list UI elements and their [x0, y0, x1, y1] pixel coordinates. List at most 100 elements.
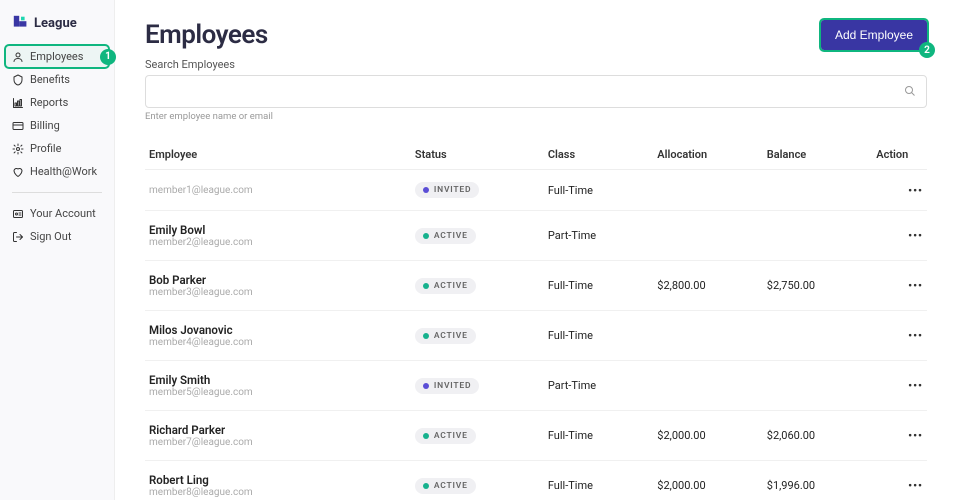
- sidebar-item-reports[interactable]: Reports: [6, 92, 108, 113]
- sidebar-item-badge: 1: [100, 49, 116, 65]
- col-class: Class: [544, 140, 653, 170]
- table-row[interactable]: Emily Smith member5@league.com INVITED P…: [145, 361, 927, 411]
- status-pill: ACTIVE: [415, 228, 476, 244]
- sidebar-item-label: Profile: [30, 142, 61, 155]
- sidebar-item-label: Employees: [30, 50, 83, 63]
- search-input[interactable]: [156, 85, 904, 99]
- page-header: Employees Add Employee 2: [145, 20, 927, 50]
- employee-balance: [763, 361, 872, 411]
- sidebar-item-label: Reports: [30, 96, 68, 109]
- logo-icon: [12, 14, 30, 32]
- employee-email: member2@league.com: [149, 237, 407, 248]
- employee-balance: $1,996.00: [763, 461, 872, 500]
- employee-balance: [763, 170, 872, 211]
- employee-class: Part-Time: [544, 361, 653, 411]
- row-actions-button[interactable]: •••: [872, 311, 927, 361]
- status-pill: ACTIVE: [415, 428, 476, 444]
- id-icon: [12, 208, 24, 220]
- employee-allocation: [653, 211, 762, 261]
- sidebar-item-employees[interactable]: Employees1: [6, 46, 108, 67]
- employee-allocation: $2,800.00: [653, 261, 762, 311]
- status-dot-icon: [423, 283, 429, 289]
- status-text: ACTIVE: [434, 231, 468, 241]
- status-pill: INVITED: [415, 182, 479, 198]
- employee-name: Emily Bowl: [149, 223, 407, 237]
- sidebar-item-sign-out[interactable]: Sign Out: [6, 226, 108, 247]
- status-dot-icon: [423, 333, 429, 339]
- employee-class: Full-Time: [544, 170, 653, 211]
- shield-icon: [12, 74, 24, 86]
- brand-logo: League: [6, 14, 108, 32]
- table-row[interactable]: Robert Ling member8@league.com ACTIVE Fu…: [145, 461, 927, 500]
- employee-email: member1@league.com: [149, 185, 407, 196]
- row-actions-button[interactable]: •••: [872, 211, 927, 261]
- employee-name: Bob Parker: [149, 273, 407, 287]
- row-actions-button[interactable]: •••: [872, 170, 927, 211]
- table-row[interactable]: Richard Parker member7@league.com ACTIVE…: [145, 411, 927, 461]
- table-header-row: Employee Status Class Allocation Balance…: [145, 140, 927, 170]
- employee-name: Emily Smith: [149, 373, 407, 387]
- row-actions-button[interactable]: •••: [872, 411, 927, 461]
- col-status: Status: [411, 140, 544, 170]
- search-label: Search Employees: [145, 58, 927, 71]
- table-row[interactable]: Bob Parker member3@league.com ACTIVE Ful…: [145, 261, 927, 311]
- sidebar-item-label: Benefits: [30, 73, 70, 86]
- search-box: [145, 75, 927, 108]
- employee-allocation: $2,000.00: [653, 461, 762, 500]
- row-actions-button[interactable]: •••: [872, 261, 927, 311]
- employee-email: member3@league.com: [149, 287, 407, 298]
- status-dot-icon: [423, 433, 429, 439]
- table-row[interactable]: Milos Jovanovic member4@league.com ACTIV…: [145, 311, 927, 361]
- status-text: ACTIVE: [434, 331, 468, 341]
- add-employee-highlight: Add Employee 2: [821, 20, 927, 50]
- sidebar-item-label: Your Account: [30, 207, 96, 220]
- user-icon: [12, 51, 24, 63]
- search-hint: Enter employee name or email: [145, 111, 927, 122]
- sidebar-item-label: Health@Work: [30, 165, 97, 178]
- sidebar-item-billing[interactable]: Billing: [6, 115, 108, 136]
- table-row[interactable]: member1@league.com INVITED Full-Time •••: [145, 170, 927, 211]
- row-actions-button[interactable]: •••: [872, 461, 927, 500]
- employee-balance: [763, 311, 872, 361]
- card-icon: [12, 120, 24, 132]
- search-icon[interactable]: [904, 82, 916, 101]
- employee-name: Richard Parker: [149, 423, 407, 437]
- employee-balance: [763, 211, 872, 261]
- status-text: INVITED: [434, 185, 471, 195]
- status-dot-icon: [423, 187, 429, 193]
- employee-email: member5@league.com: [149, 387, 407, 398]
- nav-primary: Employees1 Benefits Reports Billing Profile H…: [6, 46, 108, 182]
- status-pill: ACTIVE: [415, 278, 476, 294]
- table-row[interactable]: Emily Bowl member2@league.com ACTIVE Par…: [145, 211, 927, 261]
- sidebar-item-your-account[interactable]: Your Account: [6, 203, 108, 224]
- col-allocation: Allocation: [653, 140, 762, 170]
- status-pill: ACTIVE: [415, 478, 476, 494]
- nav-divider: [12, 192, 102, 193]
- employee-email: member4@league.com: [149, 337, 407, 348]
- chart-icon: [12, 97, 24, 109]
- status-pill: ACTIVE: [415, 328, 476, 344]
- row-actions-button[interactable]: •••: [872, 361, 927, 411]
- sidebar-item-health-work[interactable]: Health@Work: [6, 161, 108, 182]
- status-dot-icon: [423, 383, 429, 389]
- employee-class: Full-Time: [544, 411, 653, 461]
- main-content: Employees Add Employee 2 Search Employee…: [115, 0, 957, 500]
- employee-allocation: [653, 311, 762, 361]
- status-text: ACTIVE: [434, 281, 468, 291]
- employee-name: Robert Ling: [149, 473, 407, 487]
- status-dot-icon: [423, 483, 429, 489]
- employee-class: Full-Time: [544, 261, 653, 311]
- employee-email: member7@league.com: [149, 437, 407, 448]
- employee-class: Full-Time: [544, 461, 653, 500]
- status-text: ACTIVE: [434, 431, 468, 441]
- employee-class: Full-Time: [544, 311, 653, 361]
- sidebar: League Employees1BenefitsReportsBillingP…: [0, 0, 115, 500]
- status-dot-icon: [423, 233, 429, 239]
- sidebar-item-benefits[interactable]: Benefits: [6, 69, 108, 90]
- status-text: ACTIVE: [434, 481, 468, 491]
- employee-balance: $2,060.00: [763, 411, 872, 461]
- sidebar-item-profile[interactable]: Profile: [6, 138, 108, 159]
- add-employee-button[interactable]: Add Employee: [821, 20, 927, 50]
- gear-icon: [12, 143, 24, 155]
- sidebar-item-label: Billing: [30, 119, 60, 132]
